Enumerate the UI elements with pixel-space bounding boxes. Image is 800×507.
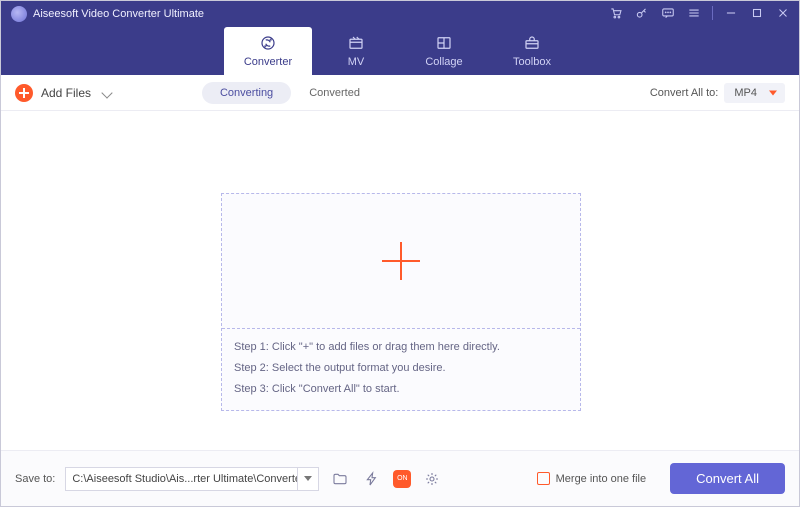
segment-converted[interactable]: Converted (291, 82, 378, 104)
tab-label: MV (348, 56, 365, 68)
merge-label: Merge into one file (556, 473, 647, 485)
open-folder-button[interactable] (329, 468, 351, 490)
tab-collage[interactable]: Collage (400, 27, 488, 75)
big-plus-icon[interactable] (382, 242, 420, 280)
minimize-button[interactable] (723, 5, 739, 21)
close-button[interactable] (775, 5, 791, 21)
menu-icon[interactable] (686, 5, 702, 21)
key-icon[interactable] (634, 5, 650, 21)
cart-icon[interactable] (608, 5, 624, 21)
high-speed-toggle[interactable] (361, 468, 383, 490)
save-to-label: Save to: (15, 473, 55, 485)
segment-converting[interactable]: Converting (202, 82, 291, 104)
convert-all-to: Convert All to: MP4 (650, 83, 785, 103)
plus-icon (15, 84, 33, 102)
app-logo-icon (11, 6, 27, 22)
toolbar: Add Files Converting Converted Convert A… (1, 75, 799, 111)
feedback-icon[interactable] (660, 5, 676, 21)
chevron-down-icon (304, 476, 312, 481)
drop-instructions: Step 1: Click "+" to add files or drag t… (222, 329, 580, 410)
step-text: Step 2: Select the output format you des… (234, 358, 568, 379)
settings-button[interactable] (421, 468, 443, 490)
save-path-input[interactable]: C:\Aiseesoft Studio\Ais...rter Ultimate\… (65, 467, 297, 491)
dropdown-icon (769, 90, 777, 95)
tab-converter[interactable]: Converter (224, 27, 312, 75)
footer: Save to: C:\Aiseesoft Studio\Ais...rter … (1, 450, 799, 506)
step-text: Step 1: Click "+" to add files or drag t… (234, 337, 568, 358)
titlebar-actions (608, 5, 791, 21)
merge-checkbox[interactable]: Merge into one file (537, 472, 647, 485)
step-text: Step 3: Click "Convert All" to start. (234, 379, 568, 400)
convert-all-button[interactable]: Convert All (670, 463, 785, 494)
output-format-value: MP4 (734, 87, 757, 99)
gpu-accel-toggle[interactable]: ON (393, 470, 411, 488)
tab-label: Toolbox (513, 56, 551, 68)
main-tabs: Converter MV Collage Toolbox (1, 27, 799, 75)
titlebar: Aiseesoft Video Converter Ultimate Conve… (1, 1, 799, 75)
tab-label: Collage (425, 56, 462, 68)
maximize-button[interactable] (749, 5, 765, 21)
save-path-dropdown[interactable] (297, 467, 319, 491)
main-area: Step 1: Click "+" to add files or drag t… (1, 111, 799, 450)
output-format-select[interactable]: MP4 (724, 83, 785, 103)
save-path-combo: C:\Aiseesoft Studio\Ais...rter Ultimate\… (65, 467, 319, 491)
titlebar-separator (712, 6, 713, 20)
chevron-down-icon (101, 87, 112, 98)
checkbox-icon (537, 472, 550, 485)
window-title: Aiseesoft Video Converter Ultimate (33, 8, 204, 20)
drop-zone-top (222, 194, 580, 328)
convert-all-to-label: Convert All to: (650, 87, 718, 99)
app-window: Aiseesoft Video Converter Ultimate Conve… (0, 0, 800, 507)
add-files-button[interactable]: Add Files (15, 84, 111, 102)
conversion-segment: Converting Converted (202, 82, 378, 104)
add-files-label: Add Files (41, 86, 91, 100)
tab-mv[interactable]: MV (312, 27, 400, 75)
tab-toolbox[interactable]: Toolbox (488, 27, 576, 75)
tab-label: Converter (244, 56, 292, 68)
drop-zone[interactable]: Step 1: Click "+" to add files or drag t… (221, 193, 581, 411)
